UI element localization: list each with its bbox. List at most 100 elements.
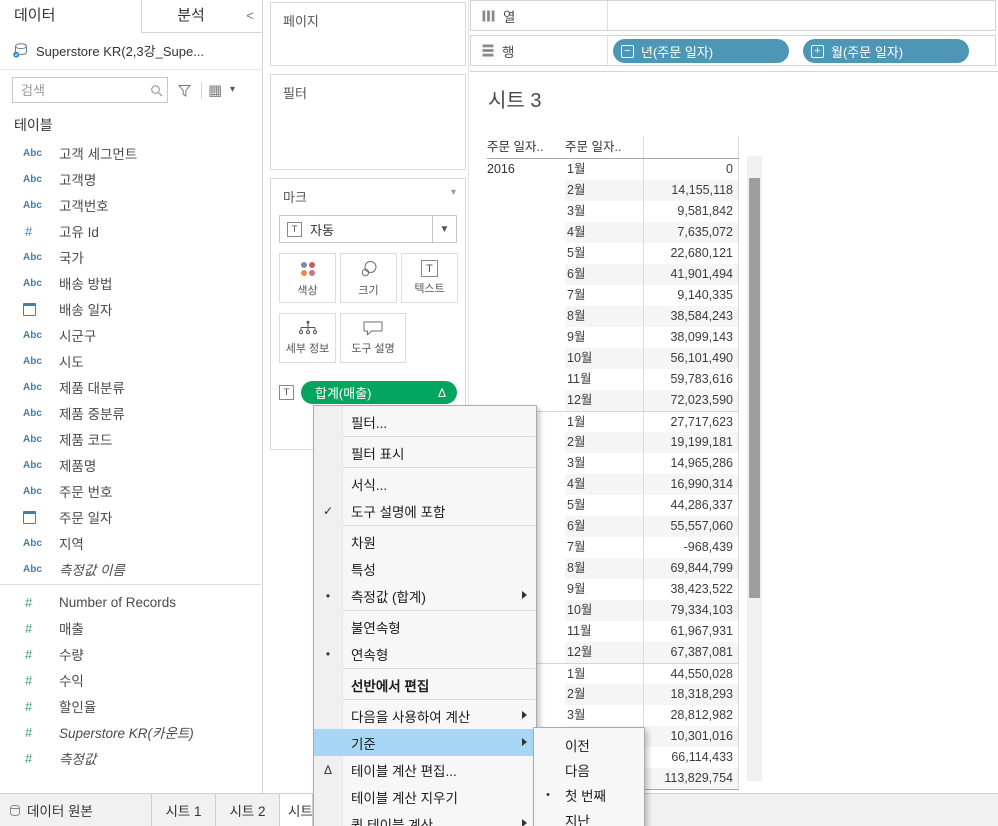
view-options-icon[interactable]: ▦ (208, 81, 222, 101)
field-item[interactable]: Abc 국가 (0, 244, 261, 270)
chevron-down-icon[interactable]: ▼ (432, 216, 456, 242)
value-cell[interactable]: 38,099,143 (643, 327, 739, 348)
menu-item[interactable]: 다음을 사용하여 계산 (314, 702, 536, 729)
menu-item[interactable]: • 측정값 (합계) (314, 582, 536, 609)
menu-item[interactable]: 기준 (314, 729, 536, 756)
month-cell[interactable]: 5월 (565, 495, 643, 516)
field-item[interactable]: # 고유 Id (0, 218, 261, 244)
field-item[interactable]: Abc 제품 대분류 (0, 374, 261, 400)
field-item[interactable]: Abc 배송 방법 (0, 270, 261, 296)
value-cell[interactable]: 72,023,590 (643, 390, 739, 411)
value-cell[interactable]: 22,680,121 (643, 243, 739, 264)
menu-item[interactable]: 불연속형 (314, 613, 536, 640)
sheet-tab[interactable]: 시트 2 (216, 794, 280, 826)
menu-item[interactable]: 필터... (314, 408, 536, 435)
search-box[interactable] (12, 77, 168, 103)
table-row[interactable]: 9월 38,099,143 (487, 327, 739, 348)
month-cell[interactable]: 2월 (565, 684, 643, 705)
field-item[interactable]: Abc 측정값 이름 (0, 556, 261, 582)
table-row[interactable]: 2월 14,155,118 (487, 180, 739, 201)
sheet-tab[interactable]: 데이터 원본 (0, 794, 152, 826)
month-cell[interactable]: 9월 (565, 579, 643, 600)
table-row[interactable]: 6월 41,901,494 (487, 264, 739, 285)
month-cell[interactable]: 11월 (565, 621, 643, 642)
value-cell[interactable]: 14,155,118 (643, 180, 739, 201)
field-item[interactable]: Abc 제품명 (0, 452, 261, 478)
chevron-down-icon[interactable]: ▾ (451, 187, 456, 198)
month-cell[interactable]: 12월 (565, 642, 643, 663)
value-cell[interactable]: 79,334,103 (643, 600, 739, 621)
sheet-tab[interactable]: 시트 3 (280, 794, 313, 826)
text-button[interactable]: T 텍스트 (401, 253, 458, 303)
menu-item[interactable]: 퀵 테이블 계산 (314, 810, 536, 826)
field-item[interactable]: # Number of Records (0, 589, 261, 615)
value-cell[interactable]: 61,967,931 (643, 621, 739, 642)
field-item[interactable]: # 측정값 (0, 745, 261, 771)
month-cell[interactable]: 1월 (565, 663, 643, 684)
submenu-item[interactable]: • 첫 번째 (534, 782, 644, 807)
year-cell[interactable] (487, 243, 565, 264)
month-cell[interactable]: 3월 (565, 705, 643, 726)
menu-item[interactable]: 필터 표시 (314, 439, 536, 466)
field-item[interactable]: Abc 제품 중분류 (0, 400, 261, 426)
month-cell[interactable]: 1월 (565, 411, 643, 432)
field-item[interactable]: 배송 일자 (0, 296, 261, 322)
value-cell[interactable]: 7,635,072 (643, 222, 739, 243)
field-item[interactable]: Abc 고객번호 (0, 192, 261, 218)
pages-shelf[interactable]: 페이지 (270, 2, 466, 66)
tooltip-button[interactable]: 도구 설명 (340, 313, 406, 363)
value-cell[interactable]: 38,423,522 (643, 579, 739, 600)
month-cell[interactable]: 7월 (565, 285, 643, 306)
submenu-item[interactable]: 지난 (534, 807, 644, 826)
month-cell[interactable]: 12월 (565, 390, 643, 411)
table-row[interactable]: 2016 1월 0 (487, 159, 739, 180)
mark-type-dropdown[interactable]: T 자동 ▼ (279, 215, 457, 243)
year-cell[interactable] (487, 222, 565, 243)
value-cell[interactable]: 16,990,314 (643, 474, 739, 495)
menu-item[interactable]: 특성 (314, 555, 536, 582)
month-cell[interactable]: 6월 (565, 264, 643, 285)
value-cell[interactable]: 59,783,616 (643, 369, 739, 390)
columns-shelf[interactable]: 열 (470, 0, 996, 31)
month-cell[interactable]: 3월 (565, 453, 643, 474)
expand-toggle-icon[interactable]: + (811, 44, 824, 58)
field-item[interactable]: Abc 고객 세그먼트 (0, 140, 261, 166)
datasource-item[interactable]: Superstore KR(2,3강_Supe... (0, 37, 204, 63)
field-item[interactable]: Abc 주문 번호 (0, 478, 261, 504)
month-cell[interactable]: 10월 (565, 348, 643, 369)
menu-item[interactable]: ✓ 도구 설명에 포함 (314, 497, 536, 524)
shelf-pill[interactable]: + 월(주문 일자) (803, 39, 969, 63)
month-cell[interactable]: 4월 (565, 474, 643, 495)
value-cell[interactable]: 113,829,754 (643, 768, 739, 789)
value-cell[interactable]: 14,965,286 (643, 453, 739, 474)
month-cell[interactable]: 2월 (565, 432, 643, 453)
value-cell[interactable]: 44,286,337 (643, 495, 739, 516)
value-cell[interactable]: 66,114,433 (643, 747, 739, 768)
value-cell[interactable]: 19,199,181 (643, 432, 739, 453)
value-cell[interactable]: 41,901,494 (643, 264, 739, 285)
field-item[interactable]: Abc 시군구 (0, 322, 261, 348)
menu-item[interactable]: 테이블 계산 지우기 (314, 783, 536, 810)
filters-shelf[interactable]: 필터 (270, 74, 466, 170)
month-cell[interactable]: 8월 (565, 306, 643, 327)
menu-item[interactable]: 서식... (314, 470, 536, 497)
month-cell[interactable]: 6월 (565, 516, 643, 537)
menu-item[interactable]: • 연속형 (314, 640, 536, 667)
menu-item[interactable]: 선반에서 편집 (314, 671, 536, 698)
column-header[interactable]: 주문 일자.. (487, 136, 565, 158)
month-cell[interactable]: 11월 (565, 369, 643, 390)
field-item[interactable]: # 매출 (0, 615, 261, 641)
tab-analytics[interactable]: 분석 (143, 0, 239, 32)
value-cell[interactable]: 38,584,243 (643, 306, 739, 327)
month-cell[interactable]: 8월 (565, 558, 643, 579)
month-cell[interactable]: 4월 (565, 222, 643, 243)
year-cell[interactable] (487, 285, 565, 306)
color-button[interactable]: 색상 (279, 253, 336, 303)
filter-fields-icon[interactable] (177, 83, 192, 98)
column-header[interactable]: 주문 일자.. (565, 136, 643, 158)
value-cell[interactable]: 28,812,982 (643, 705, 739, 726)
search-input[interactable] (13, 78, 167, 102)
table-row[interactable]: 11월 59,783,616 (487, 369, 739, 390)
year-cell[interactable] (487, 264, 565, 285)
month-cell[interactable]: 7월 (565, 537, 643, 558)
